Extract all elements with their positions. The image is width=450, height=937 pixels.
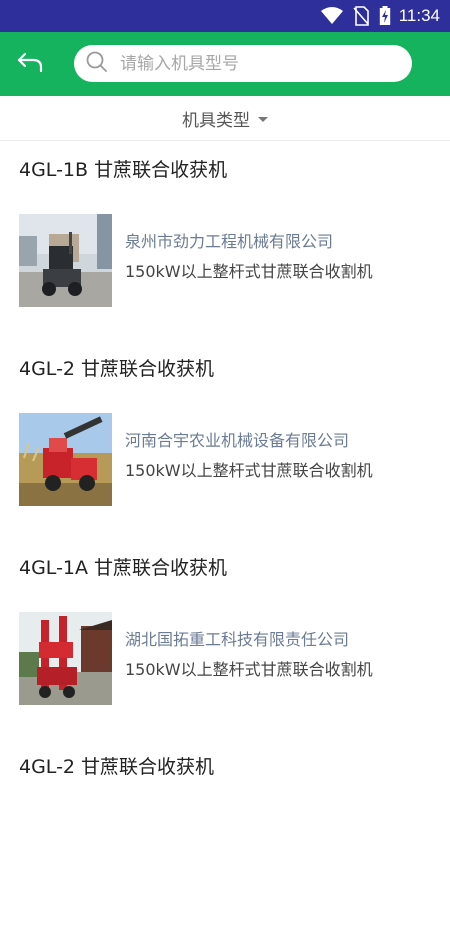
item-spec: 150kW以上整杆式甘蔗联合收割机 [125, 660, 373, 679]
item-title: 4GL-1A 甘蔗联合收获机 [19, 557, 228, 579]
machine-photo [19, 214, 112, 307]
machine-list: 4GL-1B 甘蔗联合收获机 泉州市劲力工程机械有限公司 150kW以上整杆式甘… [0, 141, 450, 937]
machine-type-label: 机具类型 [182, 110, 250, 131]
dropdown-caret-icon [258, 116, 268, 122]
list-item[interactable]: 4GL-2 甘蔗联合收获机 河南合宇农业机械设备有限公司 150kW以上整杆式甘… [0, 340, 450, 539]
item-company: 湖北国拓重工科技有限责任公司 [125, 630, 350, 649]
machine-photo [19, 413, 112, 506]
app-bar [0, 32, 450, 96]
item-company: 泉州市劲力工程机械有限公司 [125, 232, 334, 251]
list-item[interactable]: 4GL-1A 甘蔗联合收获机 湖北国拓重工科技有限责任公司 150kW以上整杆式… [0, 539, 450, 738]
back-button[interactable] [0, 32, 60, 96]
clock-time: 11:34 [398, 6, 440, 25]
back-arrow-icon [16, 51, 44, 77]
filter-bar: 机具类型 [0, 96, 450, 141]
item-title: 4GL-1B 甘蔗联合收获机 [19, 159, 228, 181]
search-icon [86, 51, 108, 77]
item-company: 河南合宇农业机械设备有限公司 [125, 431, 350, 450]
list-item[interactable]: 4GL-1B 甘蔗联合收获机 泉州市劲力工程机械有限公司 150kW以上整杆式甘… [0, 141, 450, 340]
item-spec: 150kW以上整杆式甘蔗联合收割机 [125, 262, 373, 281]
item-spec: 150kW以上整杆式甘蔗联合收割机 [125, 461, 373, 480]
list-item[interactable]: 4GL-2 甘蔗联合收获机 [0, 738, 450, 937]
search-input[interactable] [118, 52, 392, 75]
battery-charging-icon [379, 6, 391, 26]
machine-photo [19, 612, 112, 705]
status-bar: 11:34 [0, 0, 450, 32]
item-title: 4GL-2 甘蔗联合收获机 [19, 756, 215, 778]
wifi-icon [320, 7, 343, 25]
item-title: 4GL-2 甘蔗联合收获机 [19, 358, 215, 380]
search-box[interactable] [74, 45, 412, 82]
machine-type-dropdown[interactable]: 机具类型 [182, 106, 268, 131]
no-sim-icon [353, 6, 369, 26]
